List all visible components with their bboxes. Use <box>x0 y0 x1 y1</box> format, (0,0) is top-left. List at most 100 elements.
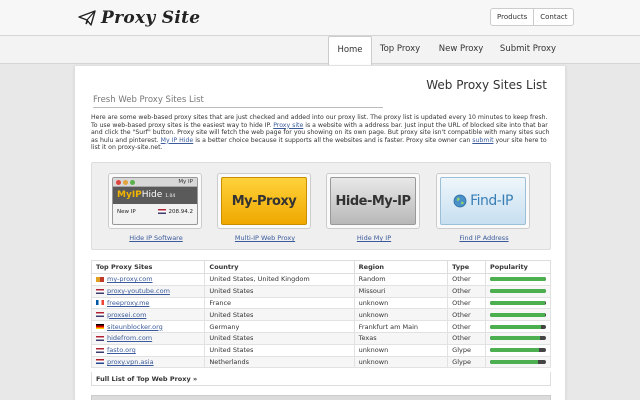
region-cell: Frankfurt am Main <box>353 320 449 333</box>
region-cell: Random <box>353 273 449 286</box>
hide-my-ip-banner: Hide-My-IP <box>330 177 416 225</box>
us-flag-icon <box>96 312 104 318</box>
myip-window: My IP MyIPHide 1.04 New IP 208.94.2 <box>112 177 198 225</box>
type-cell: Other <box>447 331 486 345</box>
window-titlebar: My IP <box>113 178 197 187</box>
popularity-bar <box>489 300 546 305</box>
country-cell: France <box>204 296 355 310</box>
site-cell: fasto.org <box>90 343 206 357</box>
app-name-b: Hide <box>141 190 163 200</box>
window-title: My IP <box>178 179 193 185</box>
submit-link[interactable]: submit <box>472 137 493 144</box>
region-cell: Missouri <box>353 284 449 298</box>
header: Proxy Site Products Contact <box>0 0 640 36</box>
ip-value: 208.94.2 <box>157 209 194 215</box>
popularity-fill <box>489 312 545 317</box>
site-cell: freeproxy.me <box>90 296 206 310</box>
popularity-bar <box>489 359 546 364</box>
col-header-type: Type <box>447 260 486 274</box>
zoom-dot-icon <box>130 180 135 185</box>
popularity-cell <box>484 320 552 333</box>
table-row: hidefrom.com United States Texas Other <box>90 331 552 345</box>
popularity-bar <box>489 336 546 341</box>
featured-find-ip: Find-IP Find IP Address <box>436 173 532 242</box>
type-cell: Other <box>447 320 486 333</box>
nav-top-proxy[interactable]: Top Proxy <box>374 36 426 64</box>
proxy-site-link[interactable]: hidefrom.com <box>107 334 152 342</box>
proxy-site-link[interactable]: proxy.vpn.asia <box>107 358 154 366</box>
table-row: proxsei.com United States unknown Other <box>90 308 552 322</box>
main-nav: Home Top Proxy New Proxy Submit Proxy <box>0 36 640 65</box>
proxy-site-link[interactable]: freeproxy.me <box>107 299 149 307</box>
hide-ip-software-link[interactable]: Hide IP Software <box>108 234 204 242</box>
hide-my-ip-image[interactable]: Hide-My-IP <box>326 173 420 229</box>
nl-flag-icon <box>96 359 104 365</box>
table-row: siteunblocker.org Germany Frankfurt am Mai… <box>90 320 552 333</box>
find-ip-text: Find-IP <box>470 193 513 209</box>
contact-link[interactable]: Contact <box>533 9 573 25</box>
intro-paragraph: Here are some web-based proxy sites that… <box>91 114 553 152</box>
popularity-cell <box>484 355 552 369</box>
type-cell: Other <box>447 284 486 298</box>
app-version: 1.04 <box>165 194 176 199</box>
region-cell: unknown <box>353 355 449 369</box>
type-cell: Glype <box>447 343 486 357</box>
proxy-site-link[interactable]: siteunblocker.org <box>107 323 163 331</box>
proxy-site-link[interactable]: fasto.org <box>107 346 136 354</box>
nav-home[interactable]: Home <box>328 36 372 65</box>
multi-ip-web-proxy-image[interactable]: My-Proxy <box>217 173 311 229</box>
popularity-bar <box>489 312 546 317</box>
country-cell: United States, United Kingdom <box>204 273 355 286</box>
page-title: Web Proxy Sites List <box>426 78 547 92</box>
proxy-site-link[interactable]: proxy-youtube.com <box>107 287 170 295</box>
main-content: Web Proxy Sites List Fresh Web Proxy Sit… <box>74 66 566 400</box>
popularity-fill <box>489 289 546 294</box>
table-row: freeproxy.me France unknown Other <box>90 296 552 310</box>
ip-row: New IP 208.94.2 <box>113 204 197 220</box>
de-flag-icon <box>96 324 104 330</box>
popularity-fill <box>489 277 546 282</box>
country-cell: United States <box>204 331 355 345</box>
country-cell: United States <box>204 343 355 357</box>
country-cell: United States <box>204 308 355 322</box>
site-cell: proxsei.com <box>90 308 206 322</box>
ip-text: 208.94.2 <box>168 209 194 215</box>
region-cell: unknown <box>353 296 449 310</box>
paper-plane-icon <box>78 10 96 26</box>
site-logo[interactable]: Proxy Site <box>78 8 200 28</box>
featured-hide-ip-software: My IP MyIPHide 1.04 New IP 208.94.2 Hide… <box>108 173 204 242</box>
find-ip-address-link[interactable]: Find IP Address <box>436 234 532 242</box>
featured-hide-my-ip: Hide-My-IP Hide My IP <box>326 173 422 242</box>
type-cell: Other <box>447 273 486 286</box>
intro-text: is a better choice because it supports a… <box>193 136 473 144</box>
us-flag-icon <box>157 209 166 214</box>
hide-my-ip-link[interactable]: Hide My IP <box>326 234 422 242</box>
find-ip-image[interactable]: Find-IP <box>436 173 530 229</box>
popularity-cell <box>484 296 552 310</box>
proxy-site-link[interactable]: my-proxy.com <box>107 275 153 283</box>
multi-flag-icon <box>96 276 104 282</box>
table-row: proxy-youtube.com United States Missouri Ot… <box>90 284 552 298</box>
popularity-cell <box>484 273 552 286</box>
close-dot-icon <box>116 180 121 185</box>
proxy-site-link[interactable]: Proxy site <box>273 122 303 129</box>
products-link[interactable]: Products <box>491 9 533 25</box>
my-ip-hide-link[interactable]: My IP Hide <box>161 137 194 144</box>
country-cell: Netherlands <box>204 355 355 369</box>
site-cell: proxy.vpn.asia <box>90 355 206 369</box>
type-cell: Glype <box>447 355 486 369</box>
my-proxy-banner: My-Proxy <box>221 177 307 225</box>
table-row: proxy.vpn.asia Netherlands unknown Glype <box>90 355 552 369</box>
hide-ip-software-image[interactable]: My IP MyIPHide 1.04 New IP 208.94.2 <box>108 173 202 229</box>
nav-new-proxy[interactable]: New Proxy <box>432 36 490 64</box>
col-header-popularity: Popularity <box>484 260 552 274</box>
proxy-site-link[interactable]: proxsei.com <box>107 311 146 319</box>
full-list-link[interactable]: Full List of Top Web Proxy » <box>91 372 551 386</box>
us-flag-icon <box>96 288 104 294</box>
top-links: Products Contact <box>490 8 575 26</box>
popularity-fill <box>489 336 541 341</box>
app-name-a: MyIP <box>117 190 142 200</box>
nav-submit-proxy[interactable]: Submit Proxy <box>494 36 562 64</box>
multi-ip-web-proxy-link[interactable]: Multi-IP Web Proxy <box>217 234 313 242</box>
type-cell: Other <box>447 296 486 310</box>
